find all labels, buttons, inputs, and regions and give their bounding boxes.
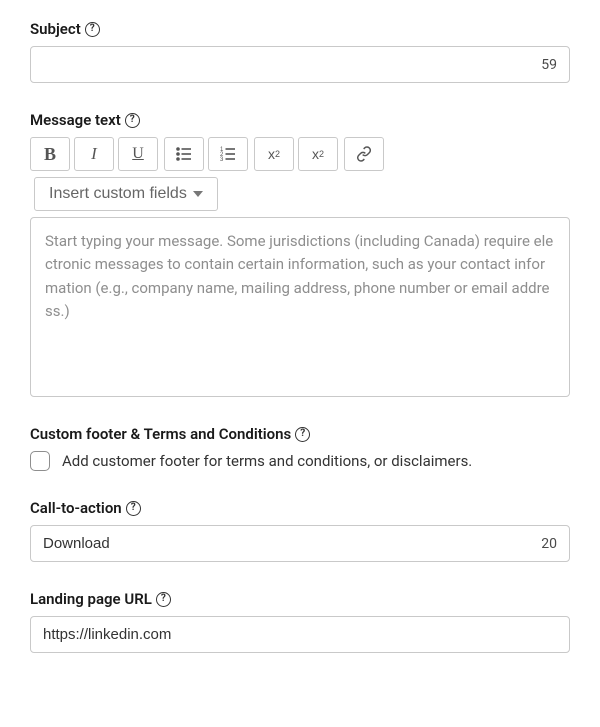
bullet-list-icon — [176, 146, 192, 162]
subject-input-wrapper: 59 — [30, 46, 570, 83]
numbered-list-icon: 1 2 3 — [220, 146, 236, 162]
subject-field: Subject ? 59 — [30, 20, 570, 83]
cta-counter: 20 — [541, 536, 557, 552]
link-group — [344, 137, 384, 171]
subject-counter: 59 — [541, 57, 557, 73]
footer-checkbox[interactable] — [30, 451, 50, 471]
subject-input[interactable] — [43, 56, 531, 73]
message-placeholder: Start typing your message. Some jurisdic… — [45, 232, 553, 320]
landing-field: Landing page URL ? — [30, 590, 570, 653]
script-group: x2 x2 — [254, 137, 338, 171]
landing-label-text: Landing page URL — [30, 590, 152, 608]
landing-input[interactable] — [43, 626, 557, 643]
cta-input-wrapper: 20 — [30, 525, 570, 562]
numbered-list-button[interactable]: 1 2 3 — [208, 137, 248, 171]
help-icon[interactable]: ? — [156, 592, 171, 607]
underline-button[interactable]: U — [118, 137, 158, 171]
superscript-button[interactable]: x2 — [254, 137, 294, 171]
link-icon — [356, 146, 372, 162]
footer-label: Custom footer & Terms and Conditions ? — [30, 425, 570, 443]
landing-label: Landing page URL ? — [30, 590, 570, 608]
italic-button[interactable]: I — [74, 137, 114, 171]
insert-custom-fields-button[interactable]: Insert custom fields — [34, 177, 218, 211]
list-group: 1 2 3 — [164, 137, 248, 171]
help-icon[interactable]: ? — [85, 22, 100, 37]
message-textarea[interactable]: Start typing your message. Some jurisdic… — [30, 217, 570, 397]
footer-checkbox-label: Add customer footer for terms and condit… — [62, 452, 472, 470]
help-icon[interactable]: ? — [126, 501, 141, 516]
footer-label-text: Custom footer & Terms and Conditions — [30, 425, 291, 443]
link-button[interactable] — [344, 137, 384, 171]
message-label: Message text ? — [30, 111, 570, 129]
svg-text:3: 3 — [220, 157, 224, 162]
footer-field: Custom footer & Terms and Conditions ? A… — [30, 425, 570, 471]
format-group: B I U — [30, 137, 158, 171]
cta-label-text: Call-to-action — [30, 499, 122, 517]
subject-label: Subject ? — [30, 20, 570, 38]
editor-toolbar: B I U 1 2 3 — [30, 137, 570, 171]
caret-down-icon — [193, 191, 203, 197]
landing-input-wrapper — [30, 616, 570, 653]
footer-checkbox-row: Add customer footer for terms and condit… — [30, 451, 570, 471]
help-icon[interactable]: ? — [295, 427, 310, 442]
subject-label-text: Subject — [30, 20, 81, 38]
bullet-list-button[interactable] — [164, 137, 204, 171]
cta-input[interactable] — [43, 535, 531, 552]
subscript-button[interactable]: x2 — [298, 137, 338, 171]
cta-label: Call-to-action ? — [30, 499, 570, 517]
insert-custom-fields-label: Insert custom fields — [49, 185, 187, 203]
message-label-text: Message text — [30, 111, 121, 129]
bold-button[interactable]: B — [30, 137, 70, 171]
help-icon[interactable]: ? — [125, 113, 140, 128]
cta-field: Call-to-action ? 20 — [30, 499, 570, 562]
message-field: Message text ? B I U 1 — [30, 111, 570, 397]
